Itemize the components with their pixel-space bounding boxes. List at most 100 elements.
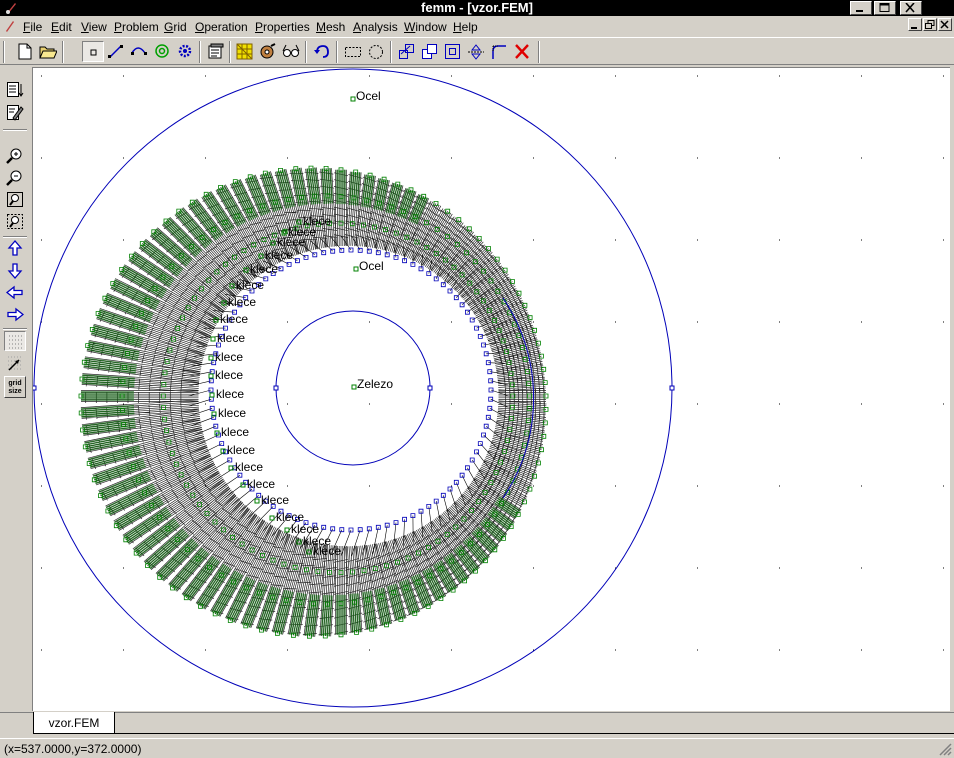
list-sort-icon <box>7 82 24 97</box>
label-klece: klece <box>216 387 244 401</box>
block-label-marker <box>353 266 359 272</box>
show-grid-button[interactable] <box>4 331 26 351</box>
zoom-window-button[interactable] <box>4 211 26 231</box>
new-file-button[interactable] <box>14 41 36 62</box>
minimize-icon <box>856 10 863 12</box>
run-analysis-button[interactable] <box>257 41 279 62</box>
vertical-scrollbar[interactable] <box>950 66 954 712</box>
node-icon <box>90 49 97 56</box>
boundary-node <box>669 385 675 391</box>
group-mode-button[interactable] <box>174 41 196 62</box>
pan-down-button[interactable] <box>4 260 26 280</box>
arrow-left-icon <box>6 285 23 300</box>
maximize-icon <box>879 3 890 12</box>
minimize-icon <box>911 27 917 29</box>
tab-vzor-fem[interactable]: vzor.FEM <box>33 712 115 734</box>
undo-button[interactable] <box>311 41 333 62</box>
menu-edit[interactable]: Edit <box>51 20 72 34</box>
menu-operation[interactable]: Operation <box>195 20 248 34</box>
label-klece: klece <box>236 278 264 292</box>
segment-icon <box>108 45 123 58</box>
delete-x-icon <box>515 44 529 59</box>
menu-analysis[interactable]: Analysis <box>353 20 398 34</box>
window-title: femm - [vzor.FEM] <box>421 0 533 15</box>
menu-problem[interactable]: Problem <box>114 20 159 34</box>
close-button[interactable] <box>900 1 922 15</box>
toolbar-grip <box>3 41 5 63</box>
view-results-button[interactable] <box>280 41 302 62</box>
resize-grip-icon[interactable] <box>938 742 952 756</box>
scale-button[interactable] <box>442 41 464 62</box>
toolbar-separator <box>305 41 307 63</box>
select-circle-button[interactable] <box>365 41 387 62</box>
label-klece: klece <box>277 235 305 249</box>
menu-help[interactable]: Help <box>453 20 478 34</box>
menu-properties[interactable]: Properties <box>255 20 310 34</box>
menu-grid[interactable]: Grid <box>164 20 187 34</box>
properties-button[interactable] <box>205 41 227 62</box>
select-rectangle-button[interactable] <box>342 41 364 62</box>
block-label-mode-button[interactable] <box>151 41 173 62</box>
edit-pencil-icon <box>7 105 24 121</box>
mdi-minimize-button[interactable] <box>908 18 922 31</box>
properties-sheet-icon <box>208 43 224 59</box>
main-toolbar <box>0 37 954 65</box>
document-icon[interactable] <box>4 19 16 33</box>
block-label-icon <box>155 44 169 58</box>
label-klece: klece <box>261 493 289 507</box>
undo-arrow-icon <box>314 45 329 58</box>
arrow-right-icon <box>7 307 24 322</box>
close-icon <box>940 20 949 29</box>
snap-grid-button[interactable] <box>4 353 26 373</box>
menu-view[interactable]: View <box>81 20 107 34</box>
boundary-node <box>427 385 433 391</box>
analysis-crank-icon <box>260 43 276 59</box>
mirror-button[interactable] <box>465 41 487 62</box>
pan-right-button[interactable] <box>4 304 26 324</box>
arc-mode-button[interactable] <box>128 41 150 62</box>
menu-window[interactable]: Window <box>404 20 447 34</box>
list-view-button[interactable] <box>4 79 26 99</box>
mdi-restore-button[interactable] <box>923 18 937 31</box>
block-label-marker <box>208 373 214 379</box>
toolbar-separator <box>538 41 540 63</box>
edit-view-button[interactable] <box>4 102 26 122</box>
minimize-button[interactable] <box>850 1 872 15</box>
menu-bar: File Edit View Problem Grid Operation Pr… <box>0 16 954 36</box>
pan-up-button[interactable] <box>4 238 26 258</box>
toolbar-separator <box>229 41 231 63</box>
maximize-button[interactable] <box>874 1 896 15</box>
status-bar: (x=537.0000,y=372.0000) <box>0 738 954 758</box>
menu-file[interactable]: File <box>23 20 42 34</box>
zoom-in-button[interactable] <box>4 145 26 165</box>
zoom-natural-button[interactable] <box>4 189 26 209</box>
restore-icon <box>925 20 935 29</box>
label-klece: klece <box>220 312 248 326</box>
copy-button[interactable] <box>419 41 441 62</box>
scale-objects-icon <box>445 44 460 59</box>
grid-size-button[interactable]: grid size <box>4 376 26 398</box>
block-label-marker <box>209 392 215 398</box>
segment-mode-button[interactable] <box>105 41 127 62</box>
delete-button[interactable] <box>511 41 533 62</box>
label-klece: klece <box>313 544 341 558</box>
pan-left-button[interactable] <box>4 282 26 302</box>
block-label-marker <box>351 384 357 390</box>
model-drawing: klece klece klece klece klece klece klece klece… <box>33 68 944 708</box>
label-klece: klece <box>217 331 245 345</box>
mdi-close-button[interactable] <box>938 18 952 31</box>
boundary-node <box>33 385 37 391</box>
node-mode-button[interactable] <box>82 41 104 62</box>
drawing-canvas[interactable]: klece klece klece klece klece klece klece klece… <box>32 67 950 711</box>
move-button[interactable] <box>396 41 418 62</box>
zoom-out-button[interactable] <box>4 167 26 187</box>
sidebar-separator <box>3 328 27 330</box>
label-klece: klece <box>215 350 243 364</box>
grid-size-label-line2: size <box>8 388 22 395</box>
open-file-button[interactable] <box>37 41 59 62</box>
fillet-button[interactable] <box>488 41 510 62</box>
menu-mesh[interactable]: Mesh <box>316 20 345 34</box>
title-bar: femm - [vzor.FEM] <box>0 0 954 16</box>
toolbar-separator <box>62 41 64 63</box>
create-mesh-button[interactable] <box>234 41 256 62</box>
